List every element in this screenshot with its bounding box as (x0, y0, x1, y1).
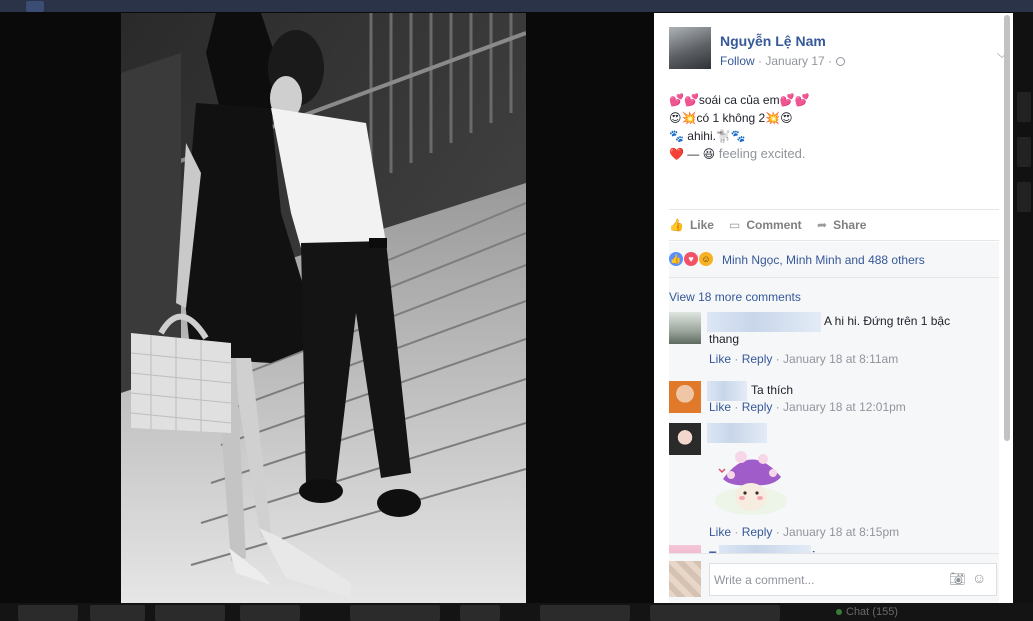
comment-like-link[interactable]: Like (709, 400, 731, 414)
facebook-logo-icon (26, 1, 44, 12)
comment-text-line1: A hi hi. Đứng trên 1 bậc (824, 314, 951, 328)
post-meta: Follow · January 17 · (720, 54, 846, 68)
feeling-line: ❤️ — 😆 feeling excited. (669, 145, 999, 163)
love-reaction-icon: ♥ (684, 252, 698, 266)
chat-label: Chat (155) (846, 606, 898, 618)
comment-input[interactable]: Write a comment... 📷︎ ☺ (709, 563, 997, 596)
comment: Tr ic (669, 545, 999, 553)
comment: Like · Reply · January 18 at 8:15pm (669, 423, 999, 539)
comment-button[interactable]: ▭ Comment (729, 218, 802, 232)
emoji-icon[interactable]: ☺ (972, 570, 986, 586)
comment-like-link[interactable]: Like (709, 352, 731, 366)
commenter-name-blurred[interactable] (707, 312, 821, 332)
commenter-avatar[interactable] (669, 381, 701, 413)
post-actions: 👍 Like ▭ Comment ➦ Share (669, 209, 999, 241)
follow-link[interactable]: Follow (720, 54, 755, 68)
commenter-name-blurred[interactable] (707, 381, 747, 401)
post-text: 💕💕soái ca của em💕💕 😍💥có 1 không 2💥😍 🐾 ah… (669, 91, 999, 163)
comment-label: Comment (746, 218, 802, 232)
post-panel: Nguyễn Lệ Nam Follow · January 17 · ⌵ 💕💕… (654, 13, 1013, 603)
online-dot-icon (836, 609, 842, 616)
comment-reply-link[interactable]: Reply (742, 525, 773, 539)
view-more-comments[interactable]: View 18 more comments (669, 290, 801, 304)
comment-time[interactable]: January 18 at 12:01pm (783, 400, 906, 414)
comment-meta: Like · Reply · January 18 at 8:11am (709, 352, 899, 366)
commenter-name-blurred[interactable] (707, 423, 767, 443)
commenter-avatar[interactable] (669, 312, 701, 344)
comment-time[interactable]: January 18 at 8:15pm (783, 525, 899, 539)
like-label: Like (689, 218, 714, 232)
share-label: Share (833, 218, 867, 232)
post-header: Nguyễn Lệ Nam Follow · January 17 · ⌵ (669, 27, 1007, 71)
comment-reply-link[interactable]: Reply (742, 400, 773, 414)
background-sidebar (1013, 12, 1033, 603)
commenter-avatar[interactable] (669, 545, 701, 553)
scrollbar-thumb[interactable] (1004, 15, 1010, 441)
post-line-1: 💕💕soái ca của em💕💕 (669, 93, 810, 107)
reactions-bar[interactable]: 👍 ♥ ☺ Minh Ngọc, Minh Minh and 488 other… (669, 242, 999, 278)
feeling-text[interactable]: feeling excited. (715, 146, 806, 161)
globe-icon[interactable] (836, 57, 846, 66)
photo-image (121, 13, 526, 603)
like-button[interactable]: 👍 Like (669, 218, 714, 232)
like-reaction-icon: 👍 (669, 252, 683, 266)
meta-separator: · (754, 54, 766, 68)
share-arrow-icon: ➦ (817, 218, 828, 232)
post-date[interactable]: January 17 (765, 54, 824, 68)
comment-meta: Like · Reply · January 18 at 8:15pm (709, 525, 900, 539)
share-button[interactable]: ➦ Share (817, 218, 866, 232)
commenter-avatar[interactable] (669, 423, 701, 455)
feeling-prefix: ❤️ — 😆 (669, 147, 716, 161)
comment-like-link[interactable]: Like (709, 525, 731, 539)
comment-input-placeholder: Write a comment... (714, 573, 815, 587)
comment: Ta thích Like · Reply · January 18 at 12… (669, 381, 999, 421)
panel-scrollbar[interactable] (1004, 15, 1010, 601)
post-line-2: 😍💥có 1 không 2💥😍 (669, 111, 793, 125)
author-name[interactable]: Nguyễn Lệ Nam (720, 33, 826, 49)
comment-text-line2: thang (709, 332, 740, 346)
photo[interactable] (121, 13, 526, 603)
haha-reaction-icon: ☺ (699, 252, 713, 266)
camera-icon[interactable]: 📷︎ (949, 571, 966, 587)
comment-text: Ta thích (751, 383, 794, 397)
comment: A hi hi. Đứng trên 1 bậc thang Like · Re… (669, 312, 999, 366)
separator-dot: · (824, 54, 833, 68)
comment-composer: Write a comment... 📷︎ ☺ (669, 553, 999, 603)
speech-bubble-icon: ▭ (729, 218, 741, 232)
thumbs-up-icon: 👍 (669, 218, 684, 232)
background-top-bar (0, 0, 1033, 12)
current-user-avatar (669, 561, 701, 597)
post-line-3: 🐾 ahihi.🐩🐾 (669, 129, 746, 143)
chat-sidebar-toggle[interactable]: Chat (155) (836, 606, 898, 618)
comment-time[interactable]: January 18 at 8:11am (783, 352, 898, 366)
commenter-name-blurred[interactable] (719, 545, 811, 553)
mushroom-sticker-icon[interactable] (711, 443, 791, 523)
photo-theater: Chat (155) Nguyễn Lệ Nam Follow · Januar… (0, 0, 1033, 621)
comment-reply-link[interactable]: Reply (742, 352, 773, 366)
reaction-names[interactable]: Minh Ngọc, Minh Minh and 488 others (722, 253, 925, 267)
comments-list: View 18 more comments A hi hi. Đứng trên… (669, 278, 999, 553)
author-avatar[interactable] (669, 27, 711, 69)
comment-meta: Like · Reply · January 18 at 12:01pm (709, 400, 906, 414)
